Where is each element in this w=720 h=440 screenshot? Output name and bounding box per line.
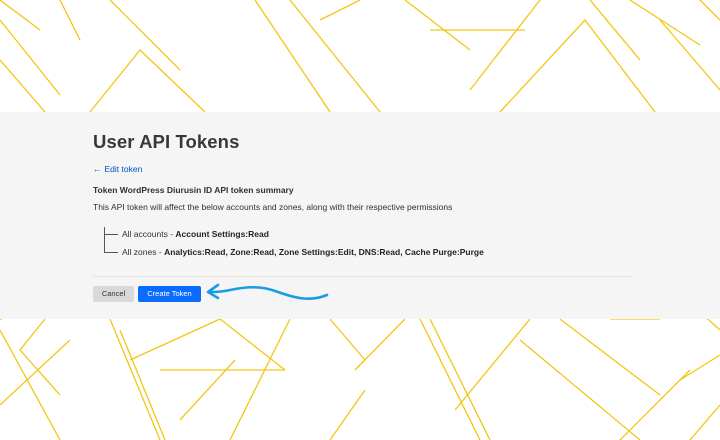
arrow-left-icon: ← bbox=[93, 164, 102, 174]
tree-branch bbox=[104, 234, 118, 236]
curved-arrow-icon bbox=[206, 283, 329, 301]
tree-branch bbox=[104, 252, 118, 254]
permission-scope: All zones bbox=[122, 247, 157, 257]
divider bbox=[93, 276, 632, 277]
summary-heading: Token WordPress Diurusin ID API token su… bbox=[93, 185, 294, 195]
permission-row-accounts: All accounts - Account Settings:Read bbox=[104, 229, 269, 241]
cancel-button[interactable]: Cancel bbox=[93, 286, 134, 302]
create-token-button[interactable]: Create Token bbox=[138, 286, 201, 302]
screenshot-stage: User API Tokens ← Edit token Token WordPr… bbox=[0, 0, 720, 440]
permission-row-zones: All zones - Analytics:Read, Zone:Read, Z… bbox=[104, 247, 484, 259]
permission-separator: - bbox=[156, 247, 165, 257]
edit-token-link-label: Edit token bbox=[104, 164, 143, 174]
permission-values: Account Settings:Read bbox=[175, 229, 269, 239]
summary-description: This API token will affect the below acc… bbox=[93, 202, 453, 212]
permission-values: Analytics:Read, Zone:Read, Zone Settings… bbox=[164, 247, 484, 257]
permission-scope: All accounts bbox=[122, 229, 168, 239]
page-title: User API Tokens bbox=[93, 131, 240, 152]
edit-token-link[interactable]: ← Edit token bbox=[93, 164, 142, 174]
